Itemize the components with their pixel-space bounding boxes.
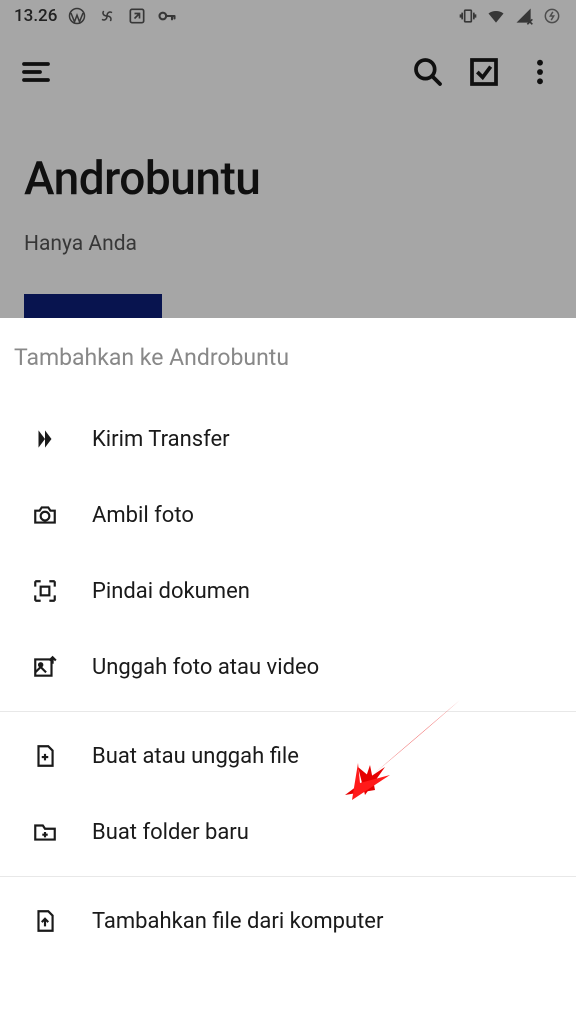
hamburger-menu-icon[interactable] [20, 56, 52, 88]
app-bar [0, 32, 576, 112]
file-plus-icon [32, 743, 58, 769]
sheet-item-label: Kirim Transfer [92, 427, 230, 452]
wordpress-icon [67, 6, 87, 26]
sheet-title: Tambahkan ke Androbuntu [0, 318, 576, 401]
status-bar: 13.26 [0, 0, 576, 32]
scan-icon [32, 578, 58, 604]
status-time: 13.26 [14, 6, 57, 26]
more-icon[interactable] [524, 56, 556, 88]
sheet-item-photo[interactable]: Ambil foto [0, 477, 576, 553]
wifi-icon [486, 6, 506, 26]
divider [0, 711, 576, 712]
page-title: Androbuntu [24, 152, 552, 206]
sheet-item-label: Unggah foto atau video [92, 655, 319, 680]
image-upload-icon [32, 654, 58, 680]
square-arrow-icon [127, 6, 147, 26]
search-icon[interactable] [412, 56, 444, 88]
pinwheel-icon [97, 6, 117, 26]
transfer-icon [32, 426, 58, 452]
key-icon [157, 6, 177, 26]
sheet-item-upload-media[interactable]: Unggah foto atau video [0, 629, 576, 705]
sheet-item-label: Pindai dokumen [92, 579, 250, 604]
file-upload-icon [32, 908, 58, 934]
sheet-item-label: Tambahkan file dari komputer [92, 909, 383, 934]
page-subtitle: Hanya Anda [24, 232, 552, 256]
sheet-item-create-folder[interactable]: Buat folder baru [0, 794, 576, 870]
camera-icon [32, 502, 58, 528]
sheet-item-add-from-computer[interactable]: Tambahkan file dari komputer [0, 883, 576, 959]
sheet-item-label: Buat folder baru [92, 820, 249, 845]
battery-icon [542, 6, 562, 26]
checkbox-icon[interactable] [468, 56, 500, 88]
vibrate-icon [458, 6, 478, 26]
sheet-item-transfer[interactable]: Kirim Transfer [0, 401, 576, 477]
signal-icon [514, 6, 534, 26]
folder-plus-icon [32, 819, 58, 845]
bottom-sheet: Tambahkan ke Androbuntu Kirim Transfer A… [0, 318, 576, 1024]
sheet-item-scan[interactable]: Pindai dokumen [0, 553, 576, 629]
sheet-item-label: Buat atau unggah file [92, 744, 299, 769]
sheet-item-label: Ambil foto [92, 503, 194, 528]
divider [0, 876, 576, 877]
sheet-item-create-file[interactable]: Buat atau unggah file [0, 718, 576, 794]
